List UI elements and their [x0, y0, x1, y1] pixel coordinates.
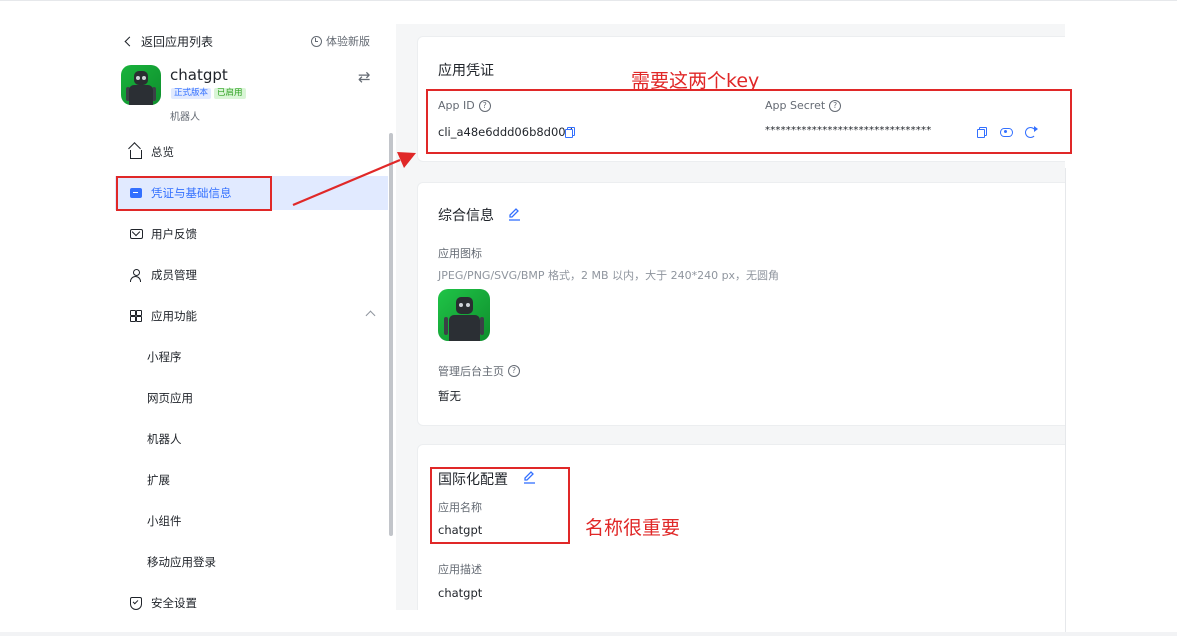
general-info-title: 综合信息	[438, 208, 494, 224]
sidebar-subitem-miniprogram[interactable]: 小程序	[115, 340, 388, 374]
try-new-version-link[interactable]: 体验新版	[311, 33, 370, 49]
annotation-name-important: 名称很重要	[585, 517, 681, 539]
mail-icon	[129, 229, 143, 239]
robot-eye	[142, 76, 146, 80]
try-new-label: 体验新版	[326, 35, 370, 48]
home-icon	[130, 149, 142, 159]
sidebar-item-label: 成员管理	[151, 268, 197, 282]
switch-app-icon[interactable]: ⇄	[358, 68, 371, 86]
annotation-need-keys: 需要这两个key	[631, 70, 760, 92]
sidebar-item-feedback[interactable]: 用户反馈	[115, 217, 388, 251]
history-icon	[311, 35, 322, 47]
version-tag: 正式版本	[171, 88, 212, 99]
status-badge: 已启用	[214, 88, 246, 99]
chevron-up-icon[interactable]	[365, 310, 376, 321]
chevron-left-icon	[124, 36, 135, 47]
shield-icon	[130, 596, 142, 610]
robot-eye	[459, 303, 463, 307]
sidebar-item-label: 应用功能	[151, 309, 197, 323]
robot-arm	[480, 317, 484, 335]
app-icon-label: 应用图标	[438, 247, 482, 260]
sidebar-item-security[interactable]: 安全设置	[115, 586, 388, 610]
help-icon[interactable]: ?	[508, 365, 520, 377]
app-desc-value: chatgpt	[438, 586, 483, 600]
sidebar-item-label: 安全设置	[151, 596, 197, 610]
robot-body	[129, 85, 153, 105]
general-info-card: 综合信息 应用图标 JPEG/PNG/SVG/BMP 格式，2 MB 以内，大于…	[417, 182, 1065, 426]
annotation-box-app-name	[430, 467, 570, 544]
app-desc-label: 应用描述	[438, 563, 482, 576]
sidebar-item-features[interactable]: 应用功能	[115, 299, 388, 333]
app-type: 机器人	[170, 112, 200, 123]
sidebar: 返回应用列表 体验新版 chatgpt ⇄ 正式版本 已启用 机器人 总览 凭证…	[115, 24, 388, 610]
admin-home-label: 管理后台主页 ?	[438, 363, 520, 379]
right-pane-divider	[1065, 168, 1066, 636]
sidebar-subitem-mobile-login[interactable]: 移动应用登录	[115, 545, 388, 579]
robot-eye	[466, 303, 470, 307]
app-icon-preview[interactable]	[438, 289, 490, 341]
annotation-box-keys	[426, 89, 1072, 154]
robot-arm	[444, 317, 448, 335]
sidebar-item-label: 总览	[151, 145, 174, 159]
sidebar-subitem-web-app[interactable]: 网页应用	[115, 381, 388, 415]
edit-icon[interactable]	[507, 207, 521, 221]
sidebar-subitem-widget[interactable]: 小组件	[115, 504, 388, 538]
sidebar-subitem-extension[interactable]: 扩展	[115, 463, 388, 497]
back-to-app-list-link[interactable]: 返回应用列表	[123, 33, 213, 50]
bottom-divider	[0, 632, 1177, 636]
robot-eye	[136, 76, 140, 80]
sidebar-item-label: 用户反馈	[151, 227, 197, 241]
sidebar-scrollbar[interactable]	[389, 133, 393, 536]
grid-icon	[130, 310, 142, 322]
app-name: chatgpt	[170, 66, 228, 84]
app-icon-hint: JPEG/PNG/SVG/BMP 格式，2 MB 以内，大于 240*240 p…	[438, 269, 780, 282]
annotation-box-credentials-nav	[116, 176, 272, 211]
app-avatar	[121, 65, 161, 105]
sidebar-item-overview[interactable]: 总览	[115, 135, 388, 169]
sidebar-subitem-bot[interactable]: 机器人	[115, 422, 388, 456]
admin-home-value: 暂无	[438, 389, 461, 403]
credentials-title: 应用凭证	[438, 63, 494, 79]
top-divider	[0, 0, 1177, 1]
robot-body	[449, 315, 480, 341]
back-label: 返回应用列表	[141, 35, 214, 49]
sidebar-item-members[interactable]: 成员管理	[115, 258, 388, 292]
admin-home-label-text: 管理后台主页	[438, 365, 504, 378]
user-icon	[130, 269, 142, 282]
